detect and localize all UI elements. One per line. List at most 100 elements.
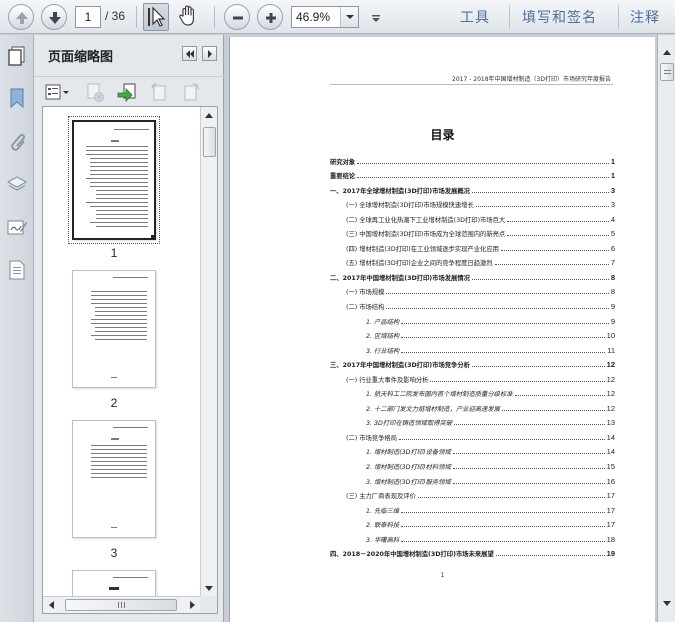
page-thumbnail-2[interactable] bbox=[72, 270, 156, 388]
rotate-page-button[interactable] bbox=[148, 81, 170, 103]
extract-page-button[interactable] bbox=[116, 81, 138, 103]
toc-entry[interactable]: (一) 全球增材制造(3D打印)市场规模快速增长 3 bbox=[330, 195, 615, 210]
thumbnail-vertical-scrollbar[interactable] bbox=[200, 107, 217, 597]
next-page-button[interactable] bbox=[41, 4, 67, 30]
toc-entry-label: 1. 增材制造(3D打印)设备领域 bbox=[366, 449, 451, 457]
toc-entry[interactable]: 二、2017年中国增材制造(3D打印)市场发展情况 8 bbox=[330, 267, 615, 282]
arrow-down-icon bbox=[49, 12, 61, 24]
comment-menu[interactable]: 注释 bbox=[630, 7, 660, 27]
scrollbar-thumb[interactable] bbox=[660, 63, 674, 81]
page-thumbnail-1[interactable] bbox=[68, 116, 160, 244]
tools-menu[interactable]: 工具 bbox=[460, 7, 490, 27]
toc-entry[interactable]: 一、2017年全球增材制造(3D打印)市场发展概况 3 bbox=[330, 180, 615, 195]
rotate-page-ccw-button[interactable] bbox=[180, 81, 202, 103]
toc-entry-label: 研究对象 bbox=[330, 158, 356, 166]
toc-entry[interactable]: 3. 增材制造(3D打印)服务领域 16 bbox=[330, 471, 615, 486]
toc-leader-dots bbox=[475, 206, 609, 208]
chevron-down-icon bbox=[372, 15, 380, 22]
layers-icon bbox=[6, 176, 28, 191]
more-tools-dropdown[interactable] bbox=[371, 12, 381, 26]
toc-entry-page: 14 bbox=[606, 432, 615, 442]
chevron-down-icon bbox=[346, 15, 354, 19]
toc-entry[interactable]: (五) 增材制造(3D打印)企业之间的竞争程度日趋激烈 7 bbox=[330, 253, 615, 267]
thumbnail-label: 2 bbox=[110, 396, 118, 410]
toc-entry[interactable]: 1. 航天科工二院发布国内首个增材制造质量分级标准 12 bbox=[330, 384, 615, 398]
toc-entry[interactable]: 1. 增材制造(3D打印)设备领域 14 bbox=[330, 442, 615, 457]
toc-entry[interactable]: (三) 主力厂商表现及评价 17 bbox=[330, 486, 615, 500]
toc-entry-page: 8 bbox=[610, 287, 615, 297]
toc-entry-label: 3. 华曙高科 bbox=[366, 536, 400, 544]
fill-sign-menu[interactable]: 填写和签名 bbox=[522, 7, 597, 27]
document-page[interactable]: 2017 - 2018年中国增材制造（3D打印）市场研究年度报告 目录 研究对象… bbox=[229, 37, 655, 622]
zoom-level-select[interactable]: 46.9% bbox=[291, 6, 359, 28]
toc-entry[interactable]: 研究对象 1 bbox=[330, 151, 615, 166]
select-tool-button[interactable] bbox=[143, 3, 169, 31]
toc-entry[interactable]: (二) 全球再工业化热潮下工业增材制造(3D打印)市场巨大 4 bbox=[330, 209, 615, 224]
toc-entry[interactable]: (三) 中国增材制造(3D打印)市场成为全球范围内的新亮点 5 bbox=[330, 224, 615, 238]
toc-entry[interactable]: 1. 先临三维 17 bbox=[330, 500, 615, 515]
toc-entry-page: 9 bbox=[610, 302, 615, 312]
toc-entry[interactable]: 1. 产品结构 9 bbox=[330, 311, 615, 326]
double-chevron-left-icon bbox=[186, 50, 194, 58]
toc-entry[interactable]: 2. 区域结构 10 bbox=[330, 326, 615, 340]
toc-leader-dots bbox=[417, 497, 605, 499]
thumbnail-toolbar bbox=[34, 76, 224, 106]
toc-entry-page: 3 bbox=[610, 200, 615, 210]
document-vertical-scrollbar[interactable] bbox=[657, 35, 675, 622]
toc-entry[interactable]: 3. 行业结构 11 bbox=[330, 340, 615, 355]
toc-entry[interactable]: (二) 市场竞争格局 14 bbox=[330, 427, 615, 442]
page-icon bbox=[9, 260, 25, 280]
toc-entry-label: 1. 先临三维 bbox=[366, 507, 400, 515]
panel-title: 页面缩略图 bbox=[48, 50, 114, 65]
scrollbar-thumb[interactable] bbox=[203, 127, 216, 157]
toc-entry[interactable]: 2. 联泰科技 17 bbox=[330, 515, 615, 529]
navigation-rail bbox=[0, 35, 34, 622]
hand-tool-button[interactable] bbox=[176, 3, 202, 31]
bookmarks-rail-button[interactable] bbox=[6, 87, 28, 109]
toc-entry[interactable]: (一) 行业重大事件及影响分析 12 bbox=[330, 369, 615, 384]
content-rail-button[interactable] bbox=[6, 259, 28, 281]
page-thumbnails-rail-button[interactable] bbox=[6, 45, 28, 67]
toc-entry[interactable]: (二) 市场结构 9 bbox=[330, 296, 615, 311]
toc-entry-page: 12 bbox=[606, 403, 615, 413]
toc-entry[interactable]: 四、2018－2020年中国增材制造(3D打印)市场未来展望 19 bbox=[330, 544, 615, 558]
toc-entry-page: 1 bbox=[610, 156, 615, 166]
toc-entry[interactable]: 重要结论 1 bbox=[330, 166, 615, 181]
toc-entry[interactable]: (一) 市场规模 8 bbox=[330, 282, 615, 297]
panel-options-button[interactable] bbox=[202, 46, 217, 61]
scrollbar-thumb[interactable] bbox=[65, 599, 177, 611]
layers-rail-button[interactable] bbox=[6, 173, 28, 195]
delete-page-button[interactable] bbox=[84, 81, 106, 103]
page-thumbnails-panel: 页面缩略图 1 2 3 bbox=[34, 35, 224, 622]
collapse-panel-button[interactable] bbox=[182, 46, 197, 61]
toc-entry[interactable]: 2. 十二部门发文力挺增材制造，产业迎高速发展 12 bbox=[330, 398, 615, 413]
toc-entry[interactable]: 2. 增材制造(3D打印)材料领域 15 bbox=[330, 456, 615, 471]
plus-icon bbox=[266, 13, 276, 23]
thumbnail-horizontal-scrollbar[interactable] bbox=[43, 596, 201, 613]
toc-leader-dots bbox=[514, 395, 605, 397]
toc-entry[interactable]: 3. 华曙高科 18 bbox=[330, 529, 615, 544]
toc-entry-page: 6 bbox=[610, 243, 615, 253]
toc-leader-dots bbox=[357, 162, 609, 164]
main-toolbar: 1 / 36 46.9% 工具 填写和签名 注释 bbox=[0, 0, 675, 34]
toc-entry-label: 一、2017年全球增材制造(3D打印)市场发展概况 bbox=[330, 187, 470, 195]
toc-entry-page: 1 bbox=[610, 171, 615, 181]
toc-entry[interactable]: (四) 增材制造(3D打印)在工业领域逐步实现产业化应用 6 bbox=[330, 238, 615, 253]
zoom-dropdown-button[interactable] bbox=[340, 7, 358, 27]
zoom-out-button[interactable] bbox=[224, 4, 250, 30]
signatures-rail-button[interactable] bbox=[6, 217, 28, 239]
thumbnail-list[interactable]: 1 2 3 bbox=[42, 106, 218, 614]
toc-entry[interactable]: 三、2017年中国增材制造(3D打印)市场竞争分析 12 bbox=[330, 355, 615, 369]
thumbnail-options-button[interactable] bbox=[44, 81, 69, 103]
zoom-in-button[interactable] bbox=[257, 4, 283, 30]
previous-page-button[interactable] bbox=[8, 4, 34, 30]
toc-entry[interactable]: 3. 3D打印在铸造领域取得突破 13 bbox=[330, 413, 615, 427]
page-number-input[interactable]: 1 bbox=[75, 6, 101, 28]
toc-leader-dots bbox=[452, 482, 605, 484]
table-of-contents: 研究对象 1 重要结论 1 一、2017年全球增材制造(3D打印)市场发展概况 3 (一) … bbox=[330, 151, 615, 559]
attachments-rail-button[interactable] bbox=[6, 131, 28, 153]
list-options-icon bbox=[45, 84, 69, 100]
document-view[interactable]: 2017 - 2018年中国增材制造（3D打印）市场研究年度报告 目录 研究对象… bbox=[225, 35, 657, 622]
toc-leader-dots bbox=[401, 511, 605, 513]
page-thumbnail-3[interactable] bbox=[72, 420, 156, 538]
